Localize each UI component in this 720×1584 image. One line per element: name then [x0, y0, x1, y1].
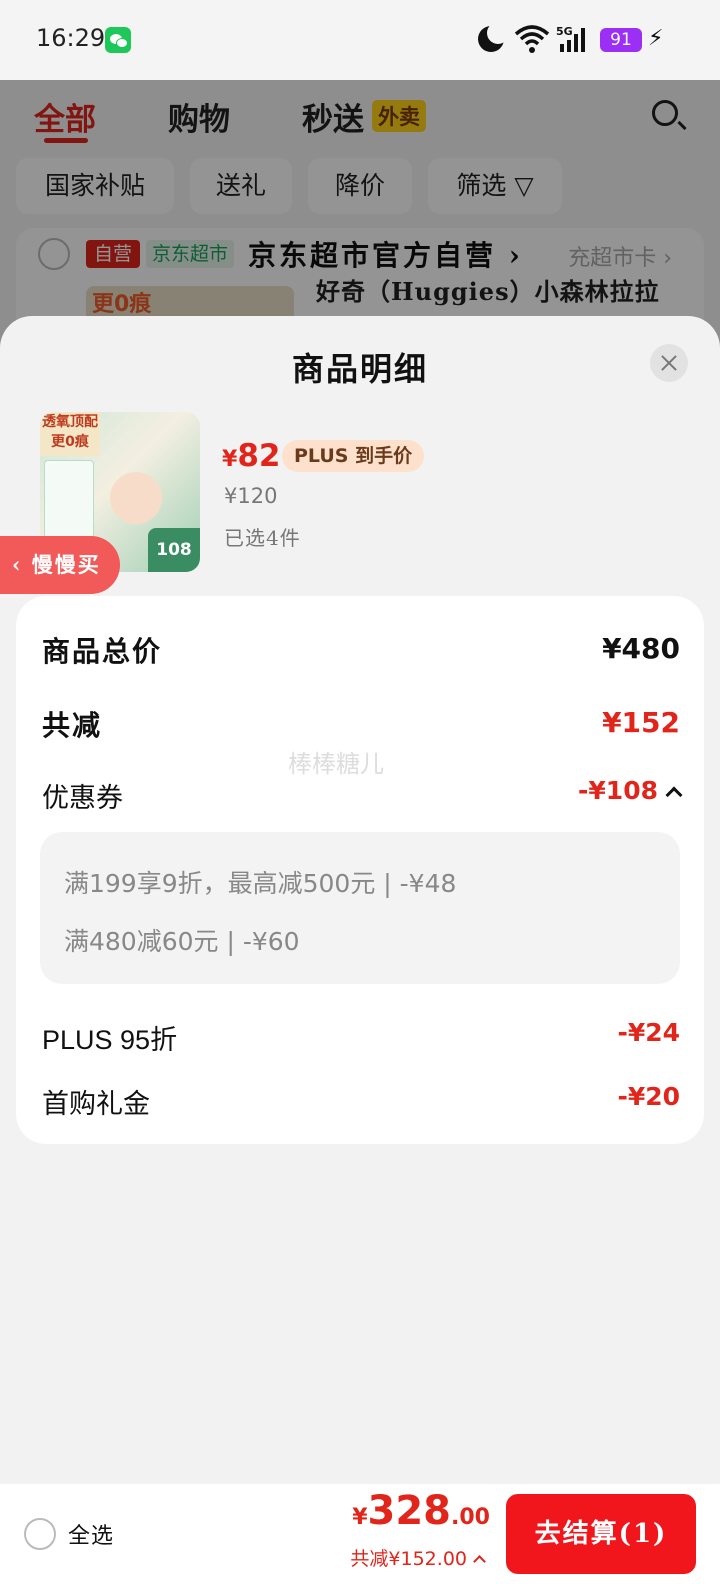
discount-summary-text: 共减¥152.00	[350, 1548, 467, 1570]
original-price: ¥120	[224, 484, 278, 508]
status-bar: 16:29 5G 91 ⚡	[0, 0, 720, 80]
slow-buy-button[interactable]: ‹ 慢慢买	[0, 536, 120, 594]
plus-discount-label: PLUS 95折	[42, 1025, 178, 1055]
total-discount-value: ¥152	[602, 706, 680, 739]
price-summary-card: 商品总价 ¥480 共减 ¥152 棒棒糖儿 优惠券 -¥108 满199享9折…	[16, 596, 704, 1144]
plus-discount-value: -¥24	[617, 1018, 680, 1047]
total-price-symbol: ¥	[352, 1505, 368, 1530]
first-purchase-gift-label: 首购礼金	[42, 1089, 150, 1119]
product-image-badge: 108	[148, 528, 200, 572]
wifi-icon	[514, 25, 550, 53]
discount-summary-toggle[interactable]: 共减¥152.00	[350, 1544, 486, 1571]
total-price-value: ¥480	[602, 632, 680, 665]
product-image-baby	[110, 472, 162, 524]
chevron-up-icon	[665, 786, 683, 804]
chevron-up-icon	[473, 1555, 486, 1568]
charging-icon: ⚡	[648, 26, 664, 51]
product-detail-sheet: 商品明细 透氧顶配 更0痕 108 ¥82 PLUS 到手价 ¥120 已选4件…	[0, 316, 720, 1584]
price-symbol: ¥	[222, 447, 238, 472]
checkout-button[interactable]: 去结算(1)	[506, 1494, 696, 1574]
status-time: 16:29	[36, 24, 106, 52]
total-price-label: 商品总价	[42, 635, 163, 668]
coupon-detail-line: 满480减60元 | -¥60	[64, 927, 300, 956]
signal-icon: 5G	[556, 25, 585, 52]
wechat-icon	[105, 27, 131, 53]
moon-icon	[478, 22, 509, 52]
coupon-details: 满199享9折，最高减500元 | -¥48 满480减60元 | -¥60	[40, 832, 680, 984]
product-price: ¥82	[222, 438, 280, 474]
svg-text:5G: 5G	[556, 25, 573, 38]
coupon-value: -¥108	[578, 776, 658, 805]
plus-price-tag: PLUS 到手价	[282, 440, 425, 472]
product-image-caption: 透氧顶配 更0痕	[40, 412, 100, 456]
watermark: 棒棒糖儿	[288, 750, 384, 778]
price-value: 82	[237, 438, 281, 474]
coupon-toggle[interactable]: -¥108	[578, 776, 683, 805]
total-discount-label: 共减	[42, 709, 103, 742]
coupon-label: 优惠券	[42, 783, 123, 813]
selected-count: 已选4件	[224, 526, 301, 550]
sheet-title: 商品明细	[291, 350, 428, 388]
total-price-int: 328	[367, 1488, 452, 1534]
first-purchase-gift-value: -¥20	[617, 1082, 680, 1111]
total-price: ¥328.00	[352, 1488, 490, 1534]
total-price-decimal: .00	[451, 1505, 490, 1530]
select-all-checkbox[interactable]	[24, 1518, 56, 1550]
battery-indicator: 91	[600, 28, 642, 52]
coupon-detail-line: 满199享9折，最高减500元 | -¥48	[64, 869, 457, 898]
select-all-label[interactable]: 全选	[68, 1518, 114, 1550]
checkout-bar: 全选 ¥328.00 共减¥152.00 去结算(1)	[0, 1484, 720, 1584]
close-button[interactable]	[650, 344, 688, 382]
